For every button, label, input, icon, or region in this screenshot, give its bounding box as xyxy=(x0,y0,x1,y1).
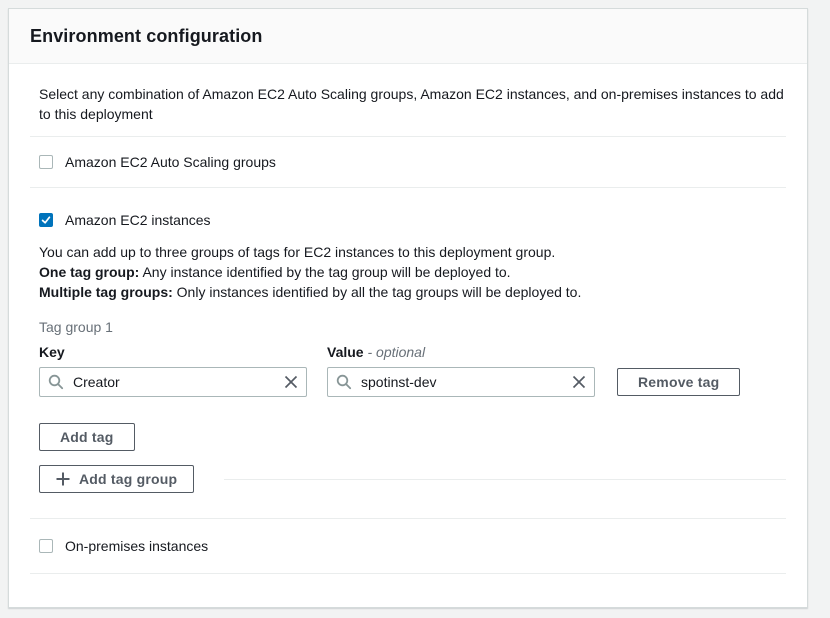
key-clear-icon[interactable] xyxy=(283,374,299,390)
onprem-checkbox[interactable] xyxy=(39,539,53,553)
add-tag-button[interactable]: Add tag xyxy=(39,423,135,451)
tag-help-text: You can add up to three groups of tags f… xyxy=(39,242,786,302)
asg-checkbox-label[interactable]: Amazon EC2 Auto Scaling groups xyxy=(65,154,276,170)
add-tag-group-button[interactable]: Add tag group xyxy=(39,465,194,493)
key-input[interactable] xyxy=(39,367,307,397)
onprem-checkbox-label[interactable]: On-premises instances xyxy=(65,538,208,554)
value-clear-icon[interactable] xyxy=(571,374,587,390)
tag-help-line-1: You can add up to three groups of tags f… xyxy=(39,242,786,262)
tag-group-rule xyxy=(224,479,786,480)
tag-field-labels: Key Value - optional xyxy=(39,343,786,361)
add-tag-group-label: Add tag group xyxy=(79,471,177,487)
panel-content: Select any combination of Amazon EC2 Aut… xyxy=(9,64,807,574)
onprem-checkbox-row: On-premises instances xyxy=(30,519,786,574)
key-search-box xyxy=(39,367,307,397)
asg-checkbox[interactable] xyxy=(39,155,53,169)
key-label: Key xyxy=(39,343,307,361)
add-tag-group-row: Add tag group xyxy=(39,465,786,493)
panel-description: Select any combination of Amazon EC2 Aut… xyxy=(30,64,786,137)
environment-configuration-panel: Environment configuration Select any com… xyxy=(8,8,808,608)
value-search-box xyxy=(327,367,595,397)
value-input[interactable] xyxy=(327,367,595,397)
asg-checkbox-row: Amazon EC2 Auto Scaling groups xyxy=(30,137,786,188)
ec2-tag-section: You can add up to three groups of tags f… xyxy=(30,242,786,519)
tag-help-line-2: One tag group: Any instance identified b… xyxy=(39,262,786,282)
tag-field-row: Remove tag xyxy=(39,367,786,397)
ec2-checkbox-row: Amazon EC2 instances xyxy=(30,188,786,228)
tag-help-line-3: Multiple tag groups: Only instances iden… xyxy=(39,282,786,302)
panel-header: Environment configuration xyxy=(9,9,807,64)
ec2-checkbox[interactable] xyxy=(39,213,53,227)
page-title: Environment configuration xyxy=(30,26,786,47)
value-optional-suffix: - optional xyxy=(364,344,425,360)
ec2-checkbox-label[interactable]: Amazon EC2 instances xyxy=(65,212,211,228)
remove-tag-button[interactable]: Remove tag xyxy=(617,368,740,396)
tag-group-label: Tag group 1 xyxy=(39,317,786,337)
value-label: Value - optional xyxy=(327,343,595,361)
checkmark-icon xyxy=(40,214,52,226)
plus-icon xyxy=(56,472,70,486)
